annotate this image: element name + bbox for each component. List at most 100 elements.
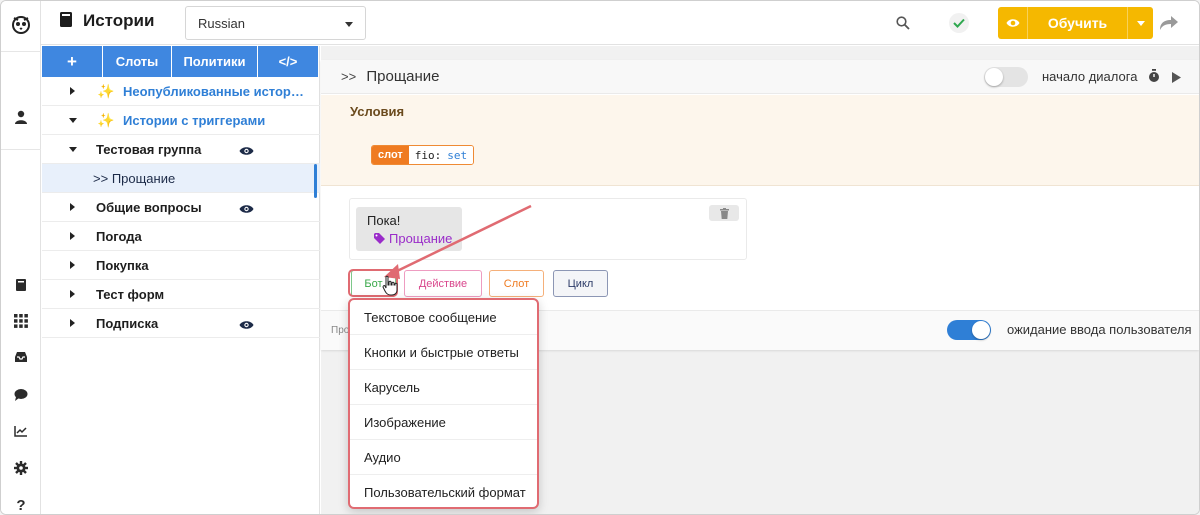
story-group-label: Покупка — [96, 257, 149, 273]
menu-item-carousel[interactable]: Карусель — [350, 370, 537, 405]
story-title[interactable]: >> Прощание — [341, 68, 440, 85]
story-group-triggers[interactable]: ✨ Истории с триггерами — [42, 106, 320, 135]
eye-icon — [998, 7, 1028, 39]
story-group-unpublished[interactable]: ✨ Неопубликованные истор… — [42, 77, 320, 106]
inbox-icon[interactable] — [1, 345, 41, 369]
caret-right-icon[interactable] — [70, 232, 75, 240]
trash-icon — [719, 207, 729, 219]
collapse-chevron-icon[interactable]: >> — [341, 69, 356, 84]
stopwatch-icon[interactable] — [1148, 69, 1160, 86]
conversation-start-toggle[interactable] — [984, 67, 1028, 87]
app-window: ? Истории Russian Обучить + Слоты Полити… — [0, 0, 1200, 515]
eye-icon[interactable] — [239, 202, 254, 217]
slot-tag: слот — [372, 146, 409, 164]
conditions-panel: Условия слот fio: set — [321, 95, 1199, 186]
slot-state: set — [447, 148, 468, 162]
check-icon[interactable] — [949, 13, 969, 33]
caret-right-icon[interactable] — [70, 290, 75, 298]
add-action-button[interactable]: Действие — [404, 270, 482, 297]
caret-right-icon[interactable] — [70, 87, 75, 95]
wait-input-toggle[interactable] — [947, 320, 991, 340]
conditions-title: Условия — [350, 104, 405, 119]
story-group-label: Истории с триггерами — [123, 112, 266, 128]
eye-icon[interactable] — [239, 144, 254, 159]
caret-down-icon[interactable] — [69, 118, 77, 123]
gear-icon[interactable] — [1, 456, 41, 480]
tab-slots[interactable]: Слоты — [103, 46, 172, 77]
add-loop-button[interactable]: Цикл — [553, 270, 608, 297]
delete-response-button[interactable] — [709, 205, 739, 221]
train-label: Обучить — [1047, 15, 1108, 31]
story-group-purchase[interactable]: Покупка — [42, 251, 320, 280]
menu-item-audio[interactable]: Аудио — [350, 440, 537, 475]
language-select[interactable]: Russian — [185, 6, 366, 40]
help-icon[interactable]: ? — [1, 493, 41, 514]
slot-name: fio: — [414, 148, 442, 162]
menu-item-custom-format[interactable]: Пользовательский формат — [350, 475, 537, 510]
conversation-start-label: начало диалога — [1042, 69, 1138, 84]
owl-logo-icon[interactable] — [1, 12, 41, 36]
story-group-faq[interactable]: Общие вопросы — [42, 193, 320, 222]
sidebar-tabs: + Слоты Политики </> — [42, 46, 318, 77]
book-icon — [59, 11, 73, 31]
toggle-knob — [985, 68, 1003, 86]
bot-message-text: Пока! — [367, 213, 401, 228]
story-item-label: >> Прощание — [93, 170, 176, 186]
story-title-text: Прощание — [366, 68, 440, 85]
sidebar-scrollbar[interactable] — [314, 164, 317, 198]
story-item-farewell[interactable]: >> Прощание — [42, 164, 320, 193]
menu-item-image[interactable]: Изображение — [350, 405, 537, 440]
story-group-label: Общие вопросы — [96, 199, 202, 215]
caret-right-icon[interactable] — [70, 261, 75, 269]
chevron-down-icon[interactable] — [1127, 7, 1153, 39]
eye-icon[interactable] — [239, 318, 254, 333]
search-icon[interactable] — [893, 13, 913, 33]
menu-item-buttons-quick-replies[interactable]: Кнопки и быстрые ответы — [350, 335, 537, 370]
caret-right-icon[interactable] — [70, 319, 75, 327]
page-title: Истории — [83, 11, 155, 30]
add-story-button[interactable]: + — [42, 46, 103, 77]
tab-policies[interactable]: Политики — [172, 46, 258, 77]
toggle-knob — [972, 321, 990, 339]
chat-icon[interactable] — [1, 382, 41, 406]
caret-right-icon[interactable] — [70, 203, 75, 211]
tag-icon — [374, 233, 385, 244]
book-icon[interactable] — [1, 273, 41, 297]
story-group-label: Тест форм — [96, 286, 165, 302]
add-slot-button[interactable]: Слот — [489, 270, 544, 297]
story-group-form-test[interactable]: Тест форм — [42, 280, 320, 309]
story-group-label: Погода — [96, 228, 142, 244]
story-tree: ✨ Неопубликованные истор… ✨ Истории с тр… — [42, 77, 320, 338]
sparkle-icon: ✨ — [97, 83, 115, 99]
brand: Истории — [59, 11, 154, 31]
story-group-test[interactable]: Тестовая группа — [42, 135, 320, 164]
bot-message-bubble[interactable]: Пока! Прощание — [356, 207, 462, 251]
slot-value: fio: set — [408, 146, 474, 164]
play-icon[interactable] — [1172, 71, 1181, 86]
tab-code[interactable]: </> — [258, 46, 318, 77]
redo-icon[interactable] — [1157, 13, 1181, 33]
chevron-down-icon — [345, 22, 353, 27]
story-header: >> Прощание начало диалога — [321, 60, 1199, 94]
story-group-weather[interactable]: Погода — [42, 222, 320, 251]
menu-item-text-message[interactable]: Текстовое сообщение — [350, 300, 537, 335]
stories-sidebar: + Слоты Политики </> ✨ Неопубликованные … — [42, 46, 320, 514]
bot-button-highlight — [348, 269, 398, 297]
story-group-label: Подписка — [96, 315, 159, 331]
story-group-subscription[interactable]: Подписка — [42, 309, 320, 338]
footer-prefix-text: Про — [331, 325, 350, 336]
bot-response: Пока! Прощание — [349, 198, 747, 260]
chart-icon[interactable] — [1, 419, 41, 443]
slot-condition[interactable]: слот fio: set — [371, 145, 475, 165]
top-bar: Истории Russian Обучить — [41, 1, 1199, 45]
wait-input-label: ожидание ввода пользователя — [1007, 322, 1192, 337]
sparkle-icon: ✨ — [97, 112, 115, 128]
caret-down-icon[interactable] — [69, 147, 77, 152]
story-group-label: Неопубликованные истор… — [123, 83, 304, 99]
grid-icon[interactable] — [1, 309, 41, 333]
language-selected: Russian — [198, 15, 245, 31]
user-icon[interactable] — [1, 105, 41, 129]
train-button[interactable]: Обучить — [998, 7, 1153, 39]
response-tag: Прощание — [374, 231, 452, 246]
story-group-label: Тестовая группа — [96, 141, 202, 157]
